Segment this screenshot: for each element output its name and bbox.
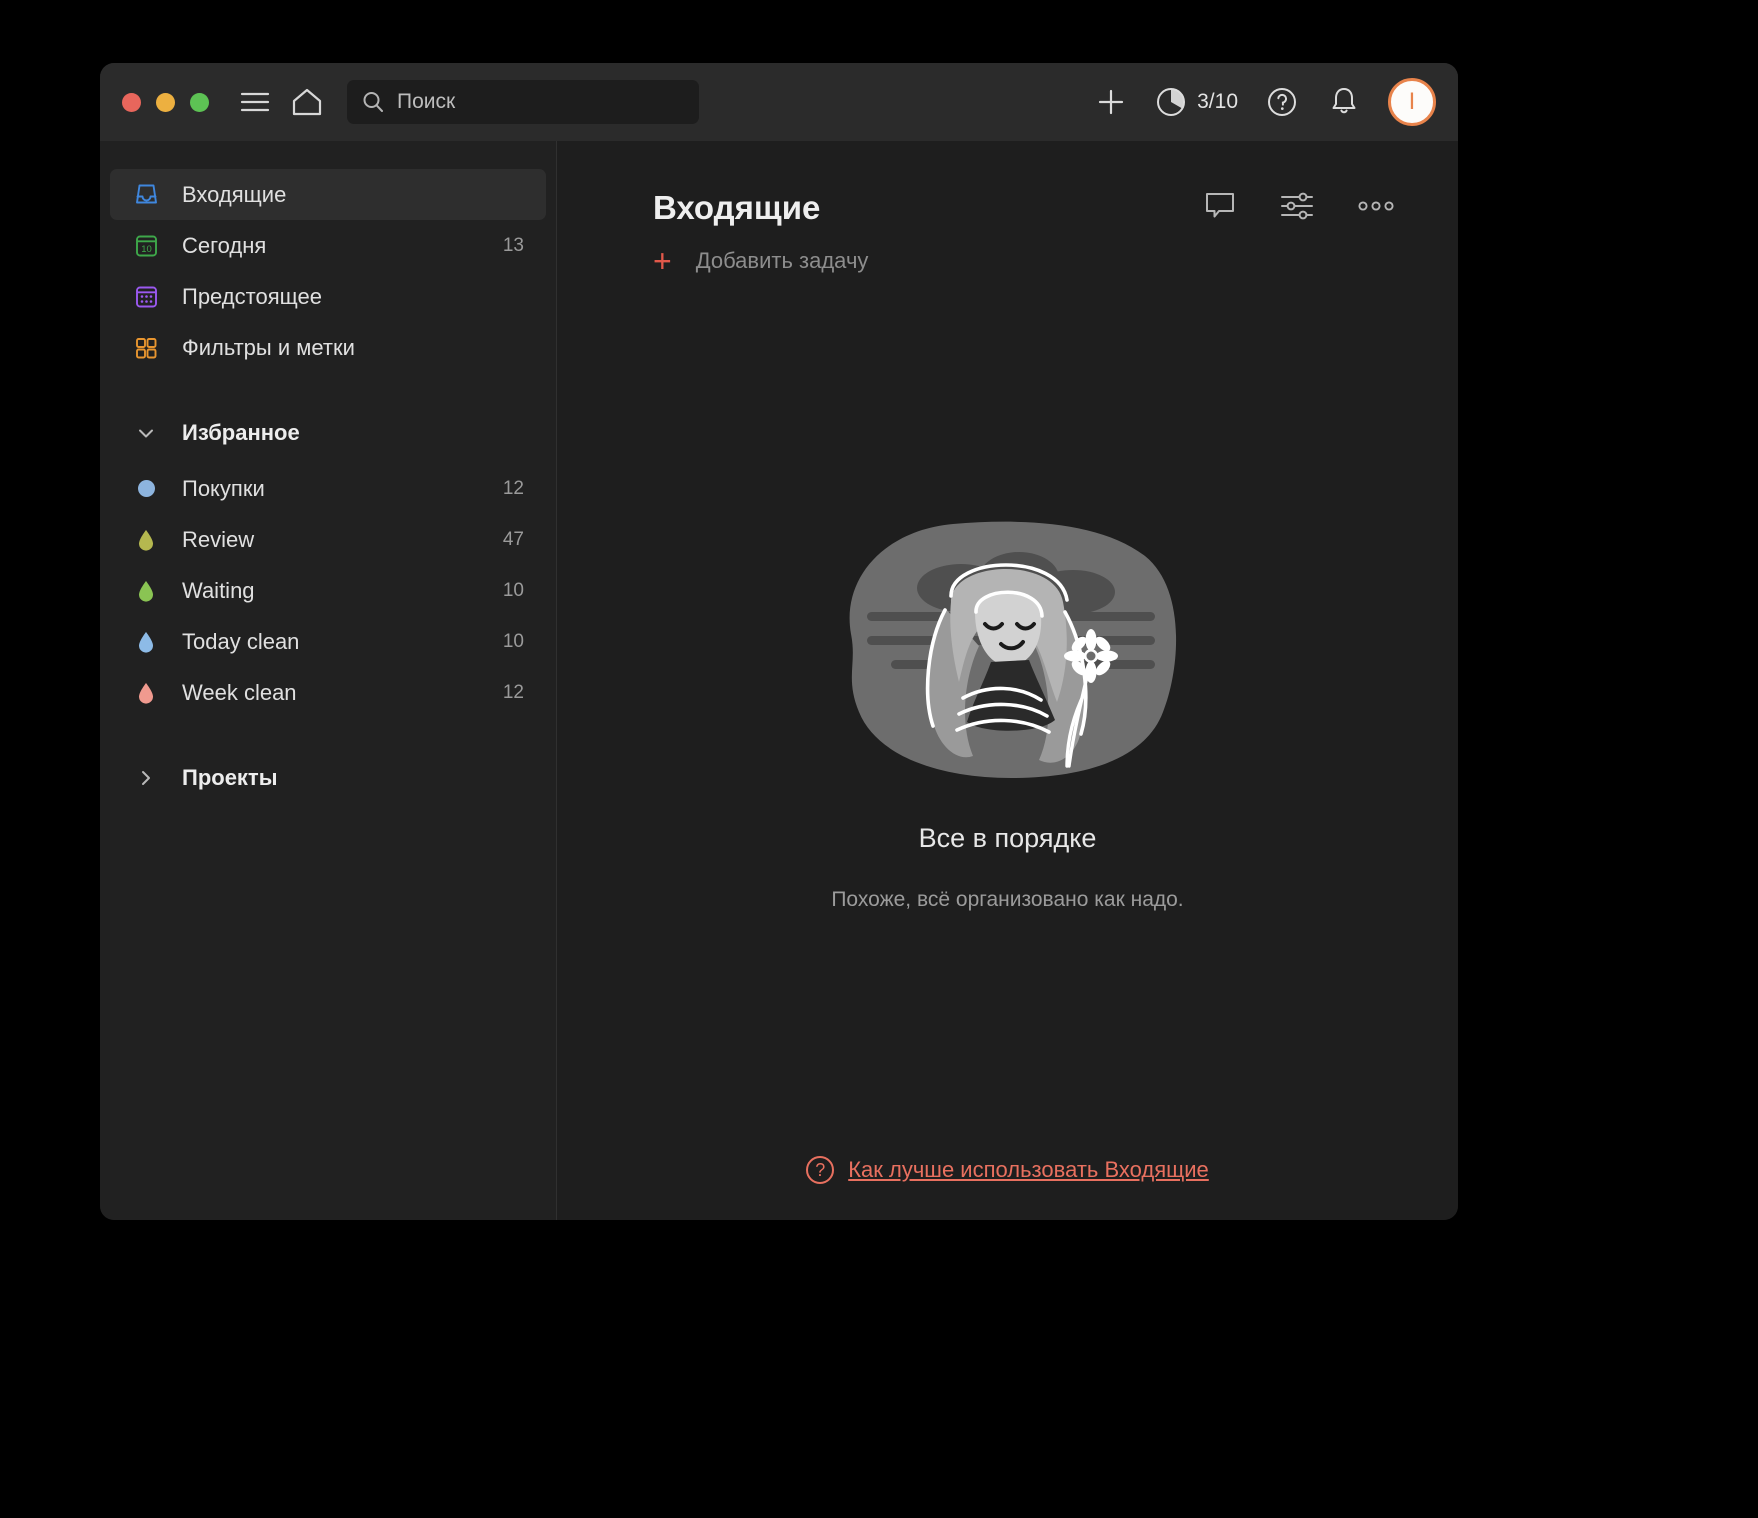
project-count: 12 [502,477,524,499]
project-count: 10 [502,630,524,652]
help-link-row: ? Как лучше использовать Входящие [557,1156,1458,1184]
add-task-row[interactable]: + Добавить задачу [557,227,1458,277]
droplet-icon [139,529,153,551]
favorites-section-header[interactable]: Избранное [110,407,546,459]
project-color-dot-icon [132,480,160,497]
add-task-button[interactable] [1093,84,1129,120]
project-count: 10 [502,579,524,601]
svg-text:10: 10 [141,244,152,255]
more-horizontal-icon[interactable] [1358,199,1394,217]
droplet-icon [139,631,153,653]
karma-indicator[interactable]: 3/10 [1155,86,1238,118]
window-controls [122,92,209,112]
project-label: Week clean [182,679,297,705]
projects-section-header[interactable]: Проекты [110,752,546,804]
question-circle-icon: ? [806,1156,835,1184]
list-item[interactable]: Waiting 10 [110,565,546,616]
project-label: Покупки [182,475,265,501]
titlebar-actions: 3/10 I [1093,78,1436,126]
minimize-button[interactable] [156,92,175,112]
pie-progress-icon [1157,88,1186,116]
content-header: Входящие [557,141,1458,227]
sidebar-item-upcoming[interactable]: Предстоящее [110,271,546,322]
hamburger-icon[interactable] [237,84,273,120]
main-content: Входящие + Добавить задачу Все в порядке… [557,141,1458,1220]
sidebar: Входящие 10 Сегодня 13 Предстоящее Фильт… [100,141,557,1220]
sidebar-item-label: Входящие [182,181,287,207]
calendar-grid-icon [132,283,160,310]
project-label: Waiting [182,577,255,603]
calendar-today-icon: 10 [132,232,160,259]
karma-value: 3/10 [1197,90,1238,113]
search-icon [363,92,383,112]
app-window: Поиск 3/10 I Входящие 10 Сегодня 13 Пред… [100,63,1458,1220]
avatar[interactable]: I [1388,78,1436,126]
empty-state-title: Все в порядке [918,822,1097,853]
empty-state: Все в порядке Похоже, всё организовано к… [557,277,1458,1220]
app-body: Входящие 10 Сегодня 13 Предстоящее Фильт… [100,141,1458,1220]
zoom-button[interactable] [190,92,209,112]
project-label: Review [182,526,255,552]
chevron-right-icon [132,767,160,789]
list-item[interactable]: Week clean 12 [110,667,546,718]
droplet-icon [139,580,153,602]
page-title: Входящие [653,189,821,226]
empty-state-subtitle: Похоже, всё организовано как надо. [831,887,1184,911]
close-button[interactable] [122,92,141,112]
sidebar-item-count: 13 [502,234,524,256]
sidebar-item-label: Фильтры и метки [182,334,355,360]
add-task-label: Добавить задачу [695,248,869,273]
sidebar-item-inbox[interactable]: Входящие [110,169,546,220]
favorites-title: Избранное [182,420,300,445]
help-button[interactable] [1264,84,1300,120]
project-droplet-icon [132,682,160,704]
search-placeholder: Поиск [397,90,456,113]
filters-labels-icon [132,335,160,361]
project-count: 47 [502,528,524,550]
project-droplet-icon [132,580,160,602]
list-item[interactable]: Today clean 10 [110,616,546,667]
project-droplet-icon [132,529,160,551]
question-circle-icon [1268,88,1296,116]
inbox-help-link[interactable]: Как лучше использовать Входящие [848,1157,1209,1183]
avatar-initial: I [1408,88,1416,115]
plus-icon [1099,89,1124,115]
project-droplet-icon [132,631,160,653]
projects-title: Проекты [182,765,278,790]
bell-icon [1332,88,1356,114]
sidebar-item-today[interactable]: 10 Сегодня 13 [110,220,546,271]
sidebar-item-filters-labels[interactable]: Фильтры и метки [110,322,546,373]
inbox-icon [132,181,160,208]
chevron-down-icon [132,422,160,444]
project-count: 12 [502,681,524,703]
list-item[interactable]: Review 47 [110,514,546,565]
woman-with-flower-illustration [849,521,1176,778]
droplet-icon [139,682,153,704]
home-icon[interactable] [289,84,325,120]
content-header-actions [1204,191,1394,226]
comment-bubble-icon[interactable] [1204,191,1236,226]
search-input[interactable]: Поиск [347,80,699,124]
notifications-button[interactable] [1326,84,1362,120]
project-label: Today clean [182,628,300,654]
list-item[interactable]: Покупки 12 [110,463,546,514]
sliders-icon[interactable] [1280,192,1314,225]
titlebar: Поиск 3/10 I [100,63,1458,141]
sidebar-item-label: Сегодня [182,232,267,258]
sidebar-item-label: Предстоящее [182,283,322,309]
plus-icon: + [653,243,672,279]
